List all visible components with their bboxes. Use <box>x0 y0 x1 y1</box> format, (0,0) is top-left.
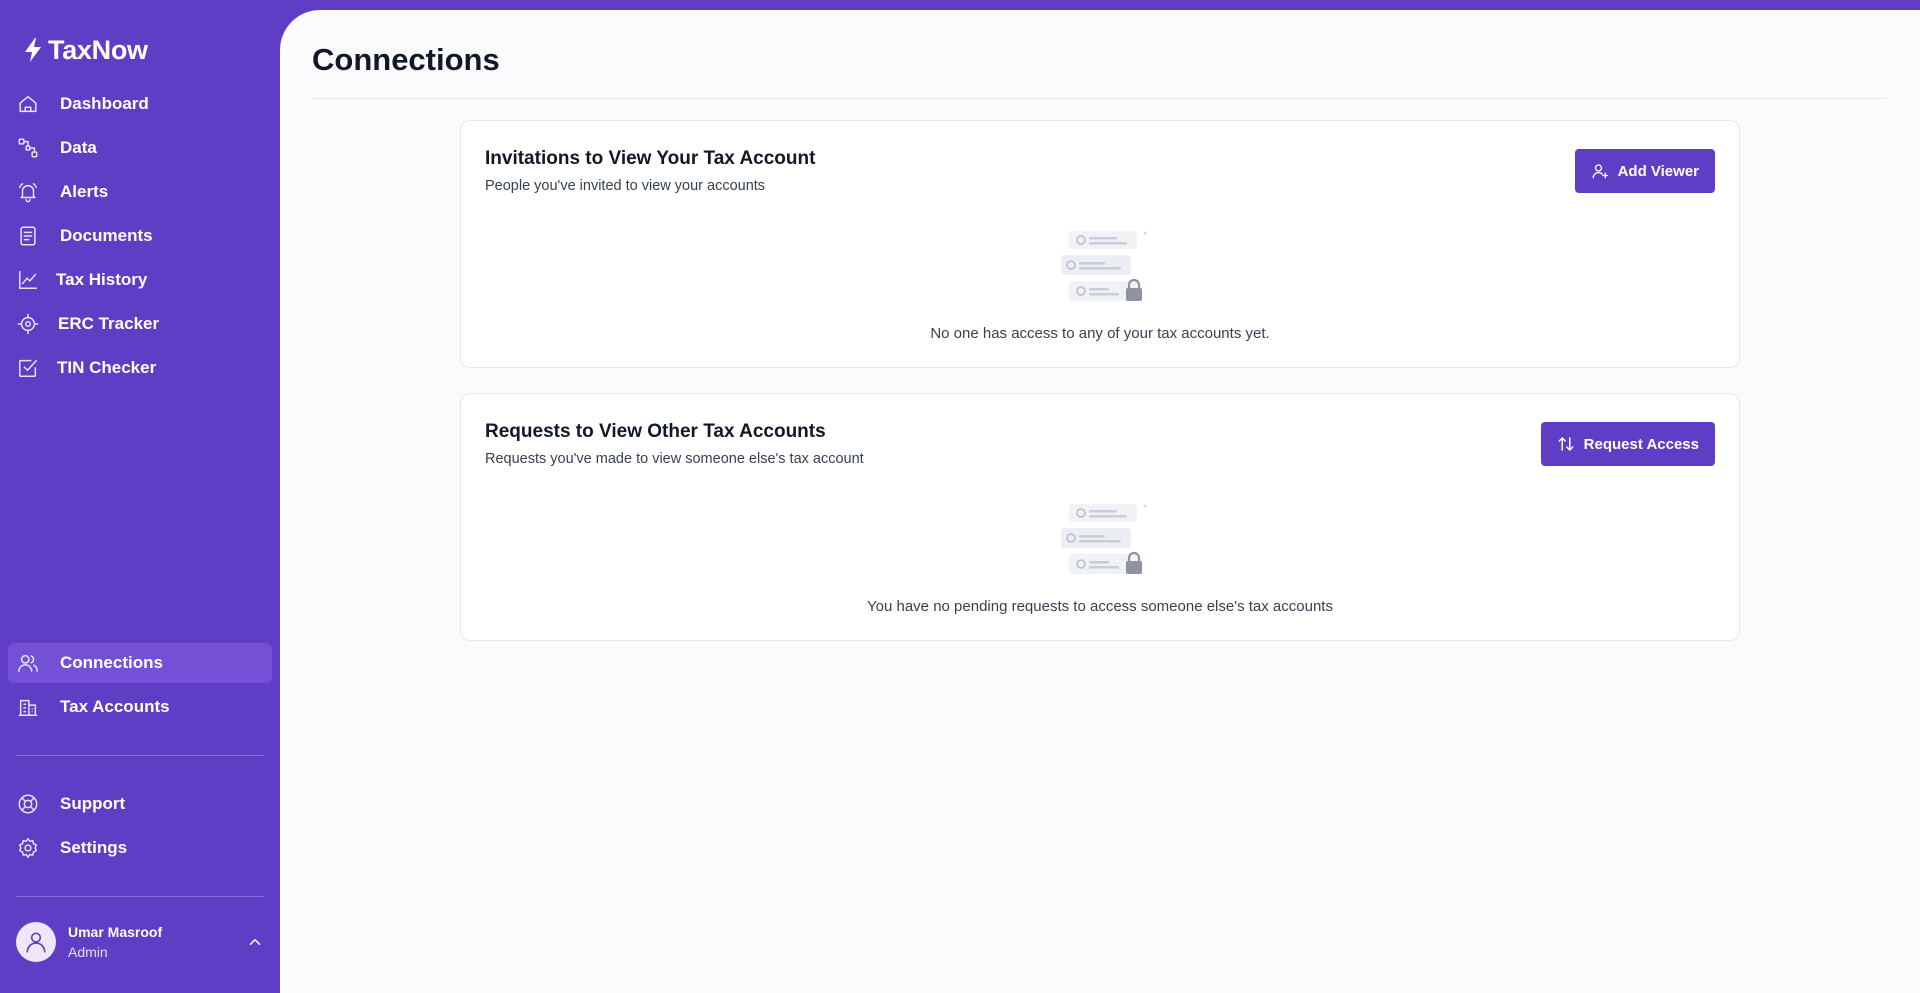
arrows-up-down-icon <box>1558 437 1574 451</box>
app-logo[interactable]: TaxNow <box>22 32 148 68</box>
empty-state-text: No one has access to any of your tax acc… <box>930 325 1270 342</box>
sidebar-item-label: Tax History <box>56 270 148 289</box>
sidebar-item-data[interactable]: Data <box>8 128 272 168</box>
sidebar-item-label: Documents <box>60 226 153 245</box>
app-name: TaxNow <box>48 34 148 65</box>
card-title: Requests to View Other Tax Accounts <box>485 421 826 442</box>
line-chart-icon <box>16 268 40 292</box>
sidebar-item-alerts[interactable]: Alerts <box>8 172 272 212</box>
sidebar-item-label: Connections <box>60 653 163 672</box>
home-icon <box>16 92 40 116</box>
sidebar-item-connections[interactable]: Connections <box>8 643 272 683</box>
sidebar-divider <box>16 755 264 756</box>
user-role: Admin <box>68 944 108 960</box>
empty-state-illustration <box>1061 504 1147 574</box>
sidebar-item-label: Tax Accounts <box>60 697 170 716</box>
buildings-icon <box>16 695 40 719</box>
avatar <box>16 922 56 962</box>
card-subtitle: People you've invited to view your accou… <box>485 178 766 194</box>
sidebar-item-label: Data <box>60 138 97 157</box>
user-info: Umar Masroof Admin <box>68 924 246 960</box>
card-subtitle: Requests you've made to view someone els… <box>485 451 864 467</box>
sidebar-item-label: Dashboard <box>60 94 149 113</box>
sidebar-divider <box>16 896 264 897</box>
card-title: Invitations to View Your Tax Account <box>485 148 816 169</box>
user-name: Umar Masroof <box>68 924 163 940</box>
gear-icon <box>16 836 40 860</box>
app-root: TaxNow Dashboard Data Alerts Documents T… <box>0 0 1920 993</box>
requests-card: Requests to View Other Tax Accounts Requ… <box>460 393 1740 641</box>
sidebar-item-tax-accounts[interactable]: Tax Accounts <box>8 687 272 727</box>
bell-icon <box>16 180 40 204</box>
title-divider <box>312 98 1886 99</box>
sidebar-item-support[interactable]: Support <box>8 784 272 824</box>
lightning-bolt-icon <box>25 38 41 62</box>
main-content: Connections Invitations to View Your Tax… <box>280 10 1920 993</box>
sidebar-item-dashboard[interactable]: Dashboard <box>8 84 272 124</box>
data-nodes-icon <box>16 136 40 160</box>
user-icon <box>26 932 46 953</box>
lifebuoy-icon <box>16 792 40 816</box>
empty-state-text: You have no pending requests to access s… <box>867 598 1333 615</box>
sidebar-item-tax-history[interactable]: Tax History <box>8 260 272 300</box>
sidebar-item-settings[interactable]: Settings <box>8 828 272 868</box>
user-menu[interactable]: Umar Masroof Admin <box>16 920 264 964</box>
button-label: Request Access <box>1583 435 1699 453</box>
sidebar-item-label: Alerts <box>60 182 109 201</box>
button-label: Add Viewer <box>1617 162 1699 180</box>
request-access-button[interactable]: Request Access <box>1540 422 1715 466</box>
document-icon <box>16 224 40 248</box>
user-plus-icon <box>1592 164 1608 179</box>
checkbox-icon <box>16 356 40 380</box>
sidebar-item-documents[interactable]: Documents <box>8 216 272 256</box>
sidebar-item-label: ERC Tracker <box>58 314 160 333</box>
users-icon <box>16 651 40 675</box>
chevron-up-icon[interactable] <box>246 933 264 951</box>
empty-state-illustration <box>1061 231 1147 301</box>
add-viewer-button[interactable]: Add Viewer <box>1574 149 1715 193</box>
sidebar-item-label: Settings <box>60 838 128 857</box>
sidebar-item-label: TIN Checker <box>57 358 157 377</box>
sidebar-item-tin-checker[interactable]: TIN Checker <box>8 348 272 388</box>
page-title: Connections <box>312 42 500 77</box>
sidebar-item-label: Support <box>60 794 126 813</box>
invitations-card: Invitations to View Your Tax Account Peo… <box>460 120 1740 368</box>
target-icon <box>16 312 40 336</box>
sidebar-item-erc-tracker[interactable]: ERC Tracker <box>8 304 272 344</box>
sidebar: TaxNow Dashboard Data Alerts Documents T… <box>0 0 280 993</box>
